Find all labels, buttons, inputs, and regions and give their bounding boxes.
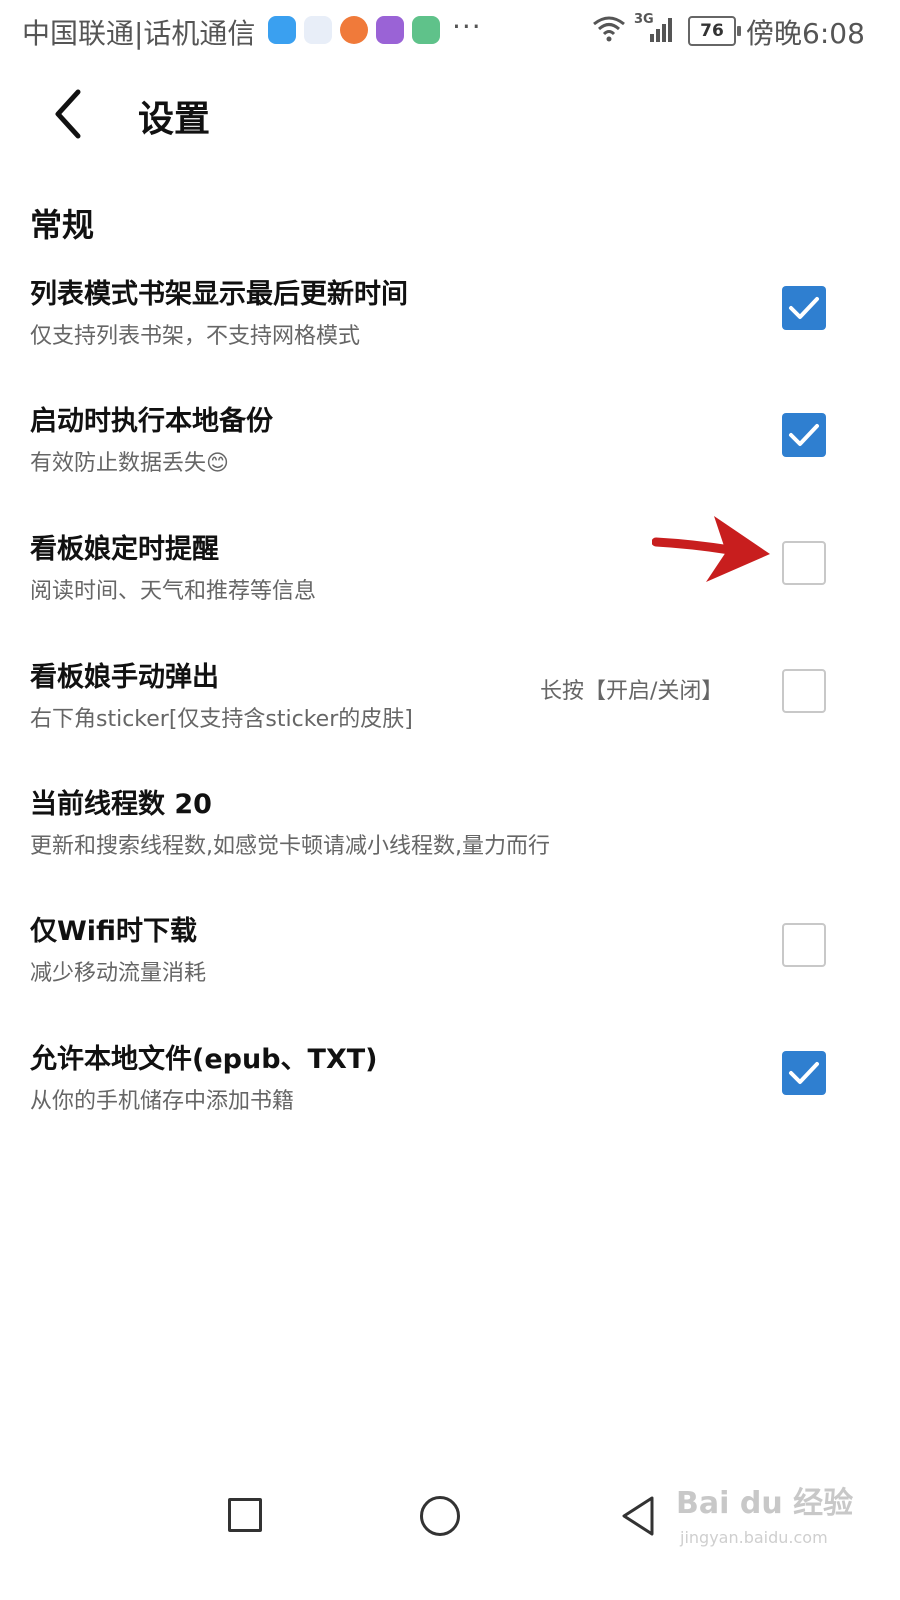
checkmark-icon <box>789 424 819 446</box>
watermark-url: jingyan.baidu.com <box>680 1528 828 1547</box>
page-title: 设置 <box>138 99 211 140</box>
checkbox-mascot-popup[interactable] <box>782 669 826 713</box>
checkbox-wifi-only[interactable] <box>782 923 826 967</box>
setting-title: 列表模式书架显示最后更新时间 <box>30 279 408 310</box>
wifi-icon <box>593 16 625 42</box>
setting-subtitle: 仅支持列表书架，不支持网格模式 <box>30 324 361 349</box>
chevron-left-icon <box>55 89 81 139</box>
notification-icons <box>268 16 440 44</box>
battery-indicator: 76 <box>688 16 741 46</box>
checkbox-local-files[interactable] <box>782 1051 826 1095</box>
setting-row-list-update-time[interactable]: 列表模式书架显示最后更新时间 仅支持列表书架，不支持网格模式 <box>0 272 900 392</box>
watermark: Bai du 经验 <box>676 1486 854 1521</box>
back-button[interactable] <box>46 86 96 142</box>
recents-button[interactable] <box>228 1498 262 1532</box>
shield-app-icon <box>268 16 296 44</box>
checkbox-list-update-time[interactable] <box>782 286 826 330</box>
setting-title: 看板娘手动弹出 <box>30 662 219 693</box>
health-app-icon <box>412 16 440 44</box>
chart-app-icon <box>376 16 404 44</box>
setting-subtitle: 更新和搜索线程数,如感觉卡顿请减小线程数,量力而行 <box>30 834 550 859</box>
setting-row-local-files[interactable]: 允许本地文件(epub、TXT) 从你的手机储存中添加书籍 <box>0 1037 900 1157</box>
more-notifications-icon: ··· <box>452 10 482 43</box>
checkmark-icon <box>789 297 819 319</box>
setting-subtitle: 减少移动流量消耗 <box>30 961 207 986</box>
status-bar: 中国联通|话机通信 ··· 3G 76 傍晚6:08 <box>0 0 900 62</box>
long-press-hint: 长按【开启/关闭】 <box>540 679 724 704</box>
setting-title: 看板娘定时提醒 <box>30 534 219 565</box>
browser-app-icon <box>340 16 368 44</box>
home-button[interactable] <box>420 1496 460 1536</box>
setting-row-wifi-only[interactable]: 仅Wifi时下载 减少移动流量消耗 <box>0 909 900 1029</box>
setting-row-mascot-popup[interactable]: 看板娘手动弹出 右下角sticker[仅支持含sticker的皮肤] 长按【开启… <box>0 655 900 775</box>
setting-title: 当前线程数 20 <box>30 789 212 820</box>
setting-title: 仅Wifi时下载 <box>30 916 198 947</box>
triangle-back-icon[interactable] <box>618 1494 658 1538</box>
red-arrow-icon <box>652 516 770 582</box>
carrier-label: 中国联通|话机通信 <box>22 17 256 50</box>
checkmark-icon <box>789 1062 819 1084</box>
setting-subtitle: 有效防止数据丢失😊 <box>30 451 229 476</box>
setting-title: 启动时执行本地备份 <box>30 406 273 437</box>
news-app-icon <box>304 16 332 44</box>
clock: 傍晚6:08 <box>746 17 865 50</box>
setting-row-thread-count[interactable]: 当前线程数 20 更新和搜索线程数,如感觉卡顿请减小线程数,量力而行 <box>0 782 900 902</box>
setting-subtitle: 阅读时间、天气和推荐等信息 <box>30 579 317 604</box>
setting-row-local-backup[interactable]: 启动时执行本地备份 有效防止数据丢失😊 <box>0 399 900 519</box>
checkbox-local-backup[interactable] <box>782 413 826 457</box>
setting-title: 允许本地文件(epub、TXT) <box>30 1044 378 1075</box>
checkbox-mascot-reminder[interactable] <box>782 541 826 585</box>
setting-subtitle: 右下角sticker[仅支持含sticker的皮肤] <box>30 707 413 732</box>
section-title: 常规 <box>30 206 95 244</box>
setting-subtitle: 从你的手机储存中添加书籍 <box>30 1089 295 1114</box>
